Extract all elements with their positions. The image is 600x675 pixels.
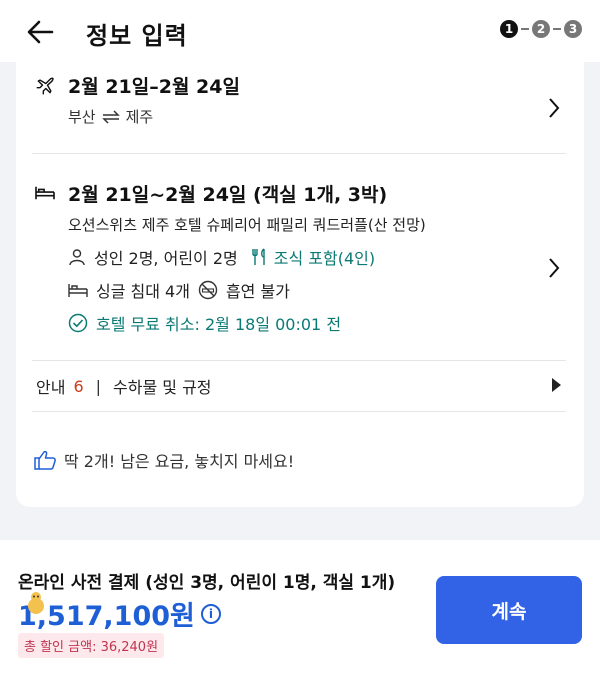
caret-right-icon[interactable]	[550, 377, 562, 393]
step-divider	[521, 28, 529, 30]
divider	[32, 411, 566, 412]
payment-label: 온라인 사전 결제 (성인 3명, 어린이 1명, 객실 1개)	[18, 573, 396, 593]
continue-button[interactable]: 계속	[436, 576, 582, 644]
info-label: 안내	[36, 378, 66, 397]
deal-message: 딱 2개! 남은 요금, 놓치지 마세요!	[34, 448, 294, 472]
payment-bar: 온라인 사전 결제 (성인 3명, 어린이 1명, 객실 1개) 1,517,1…	[0, 540, 600, 675]
cancellation-text: 호텔 무료 취소: 2월 18일 00:01 전	[96, 315, 342, 334]
thumbs-up-icon	[34, 450, 56, 470]
info-rules-row[interactable]: 안내 6 | 수하물 및 규정	[36, 374, 212, 398]
back-arrow-icon[interactable]	[24, 16, 56, 48]
chevron-right-icon[interactable]	[546, 256, 562, 280]
total-price: 1,517,100원 i	[18, 594, 221, 633]
no-smoking-icon	[198, 280, 218, 300]
step-divider	[553, 28, 561, 30]
route-origin: 부산	[68, 108, 96, 126]
flight-route: 부산 제주	[68, 106, 153, 127]
divider	[32, 360, 566, 361]
flight-dates: 2월 21일–2월 24일	[68, 76, 240, 98]
divider	[32, 153, 566, 154]
swap-arrows-icon	[101, 109, 120, 124]
chevron-right-icon[interactable]	[546, 96, 562, 120]
check-circle-icon	[68, 313, 88, 333]
hotel-dates: 2월 21일~2월 24일 (객실 1개, 3박)	[68, 184, 388, 206]
info-count-badge: 6	[73, 376, 84, 396]
header-bar: 정보 입력 1 2 3	[0, 0, 600, 62]
cancellation-row: 호텔 무료 취소: 2월 18일 00:01 전	[68, 311, 341, 335]
bed-icon	[35, 186, 55, 200]
hotel-name: 오션스위츠 제주 호텔 슈페리어 패밀리 쿼드러플(산 전망)	[68, 216, 426, 234]
bed-icon	[68, 284, 88, 297]
meal-text: 조식 포함(4인)	[273, 249, 376, 268]
step-indicator: 1 2 3	[500, 20, 582, 38]
step-3: 3	[564, 20, 582, 38]
person-icon	[69, 249, 85, 266]
info-icon[interactable]: i	[200, 603, 221, 624]
guests-text: 성인 2명, 어린이 2명	[94, 249, 238, 268]
beds-text: 싱글 침대 4개	[96, 282, 190, 301]
guests-row: 성인 2명, 어린이 2명 조식 포함(4인)	[68, 245, 375, 269]
step-2: 2	[532, 20, 550, 38]
room-features-row: 싱글 침대 4개 흡연 불가	[68, 278, 290, 302]
mascot-icon	[28, 592, 44, 614]
itinerary-card: 2월 21일–2월 24일 부산 제주 2월 21일~2월 24일 (객실 1개…	[16, 62, 584, 507]
route-destination: 제주	[125, 108, 154, 126]
utensils-icon	[252, 248, 265, 265]
info-separator: |	[95, 376, 102, 396]
smoking-text: 흡연 불가	[225, 282, 290, 301]
discount-badge: 총 할인 금액: 36,240원	[18, 633, 165, 658]
deal-text: 딱 2개! 남은 요금, 놓치지 마세요!	[64, 452, 295, 471]
page-title: 정보 입력	[86, 22, 188, 50]
flight-section[interactable]: 2월 21일–2월 24일 부산 제주	[32, 62, 566, 152]
rules-label: 수하물 및 규정	[113, 378, 212, 397]
step-1: 1	[500, 20, 518, 38]
airplane-icon	[36, 77, 54, 95]
